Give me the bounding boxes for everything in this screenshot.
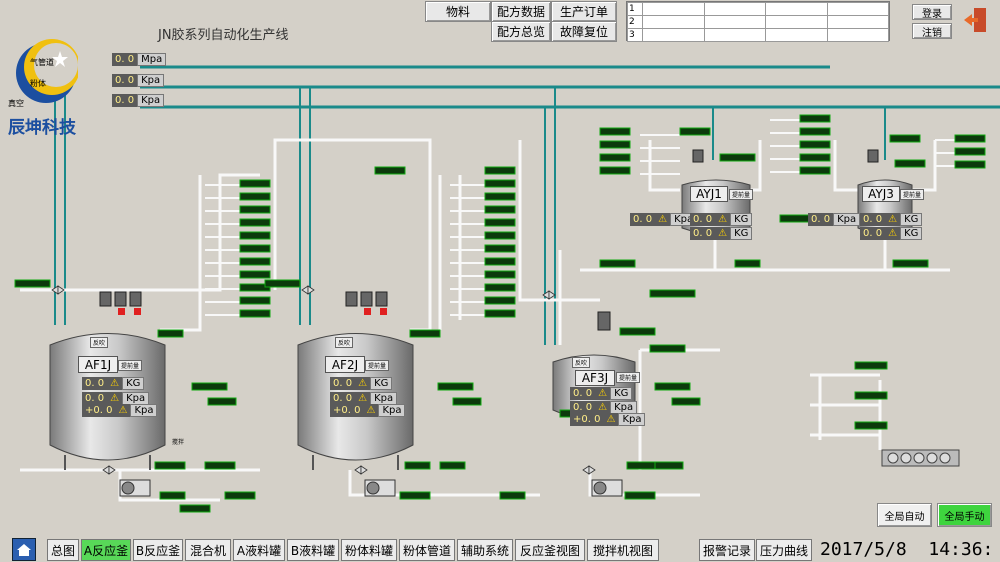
row-number: 3 [627,28,643,42]
ayj1-weight-2: 0. 0 ⚠ KG [690,227,753,240]
page-title: JN胶系列自动化生产线 [158,28,289,43]
fault-reset-button[interactable]: 故障复位 [551,21,617,42]
powder-label: 粉体 [30,79,46,88]
warning-icon: ⚠ [355,377,371,390]
nav-pressure-curve[interactable]: 压力曲线 [756,539,812,561]
row-number: 1 [627,2,643,16]
ayj1-name[interactable]: AYJ1 [690,186,728,202]
warning-icon: ⚠ [715,227,731,240]
warning-icon: ⚠ [363,404,379,417]
ayj3-preweight: 提前量 [900,189,925,200]
home-icon[interactable] [12,538,36,561]
row-number: 2 [627,15,643,29]
material-button[interactable]: 物料 [425,1,491,22]
af2j-temp: +0. 0 ⚠ Kpa [330,404,406,417]
af3j-temp: +0. 0 ⚠ Kpa [570,413,646,426]
datetime: 2017/5/8 14:36: [820,539,994,560]
warning-icon: ⚠ [885,213,901,226]
nav-liquid-tank-b[interactable]: B液料罐 [287,539,339,561]
nav-alarm-log[interactable]: 报警记录 [699,539,755,561]
table-row[interactable]: 3 [627,28,889,42]
ayj3-weight-1: 0. 0 ⚠ KG [860,213,923,226]
ayj1-weight-1: 0. 0 ⚠ KG [690,213,753,226]
af3j-name[interactable]: AF3J [575,370,615,386]
af3j-blow-label: 反吹 [572,357,591,368]
global-auto-button[interactable]: 全局自动 [877,503,932,527]
af3j-preweight: 提前量 [616,372,641,383]
nav-mixer[interactable]: 混合机 [185,539,231,561]
af2j-weight: 0. 0 ⚠ KG [330,377,393,390]
global-manual-button[interactable]: 全局手动 [937,503,992,527]
ayj3-weight-2: 0. 0 ⚠ KG [860,227,923,240]
nav-powder-tank[interactable]: 粉体料罐 [341,539,397,561]
nav-reactor-a[interactable]: A反应釜 [81,539,131,561]
vacuum-label: 真空 [8,99,24,108]
gas-pressure-readout: 0. 0 Mpa [112,53,167,66]
af3j-weight: 0. 0 ⚠ KG [570,387,633,400]
nav-auxiliary[interactable]: 辅助系统 [457,539,513,561]
af1j-weight: 0. 0 ⚠ KG [82,377,145,390]
logout-button[interactable]: 注销 [912,23,952,39]
af1j-name[interactable]: AF1J [78,356,118,373]
company-logo [8,33,80,108]
af2j-blow-label: 反吹 [335,337,354,348]
recipe-overview-button[interactable]: 配方总览 [491,21,551,42]
order-table[interactable]: 1 2 3 [626,1,890,42]
nav-reactor-view[interactable]: 反应釜视图 [515,539,585,561]
ayj1-pressure: 0. 0 ⚠ Kpa [630,213,698,226]
ayj1-preweight: 提前量 [729,189,754,200]
table-row[interactable]: 1 [627,2,889,16]
vacuum-pressure-readout: 0. 0 Kpa [112,94,165,107]
login-button[interactable]: 登录 [912,4,952,20]
nav-overview[interactable]: 总图 [47,539,79,561]
logo-text: 辰坤科技 [8,118,76,138]
af2j-name[interactable]: AF2J [325,356,365,373]
gas-pipe-label: 气管道 [30,58,54,67]
recipe-data-button[interactable]: 配方数据 [491,1,551,22]
warning-icon: ⚠ [595,387,611,400]
af1j-preweight: 提前量 [118,360,143,371]
nav-liquid-tank-a[interactable]: A液料罐 [233,539,285,561]
ayj3-name[interactable]: AYJ3 [862,186,900,202]
ayj3-pressure: 0. 0 Kpa [808,213,861,226]
warning-icon: ⚠ [603,413,619,426]
af2j-preweight: 提前量 [365,360,390,371]
warning-icon: ⚠ [107,377,123,390]
nav-stirrer-view[interactable]: 搅拌机视图 [587,539,659,561]
nav-powder-pipe[interactable]: 粉体管道 [399,539,455,561]
production-order-button[interactable]: 生产订单 [551,1,617,22]
warning-icon: ⚠ [885,227,901,240]
af1j-temp: +0. 0 ⚠ Kpa [82,404,158,417]
warning-icon: ⚠ [115,404,131,417]
af1j-blow-label: 反吹 [90,337,109,348]
af1j-stir-label: 搅拌 [172,439,185,446]
nav-reactor-b[interactable]: B反应釜 [133,539,183,561]
powder-pressure-readout: 0. 0 Kpa [112,74,165,87]
warning-icon: ⚠ [655,213,671,226]
table-row[interactable]: 2 [627,15,889,29]
exit-icon[interactable] [962,6,990,34]
warning-icon: ⚠ [715,213,731,226]
